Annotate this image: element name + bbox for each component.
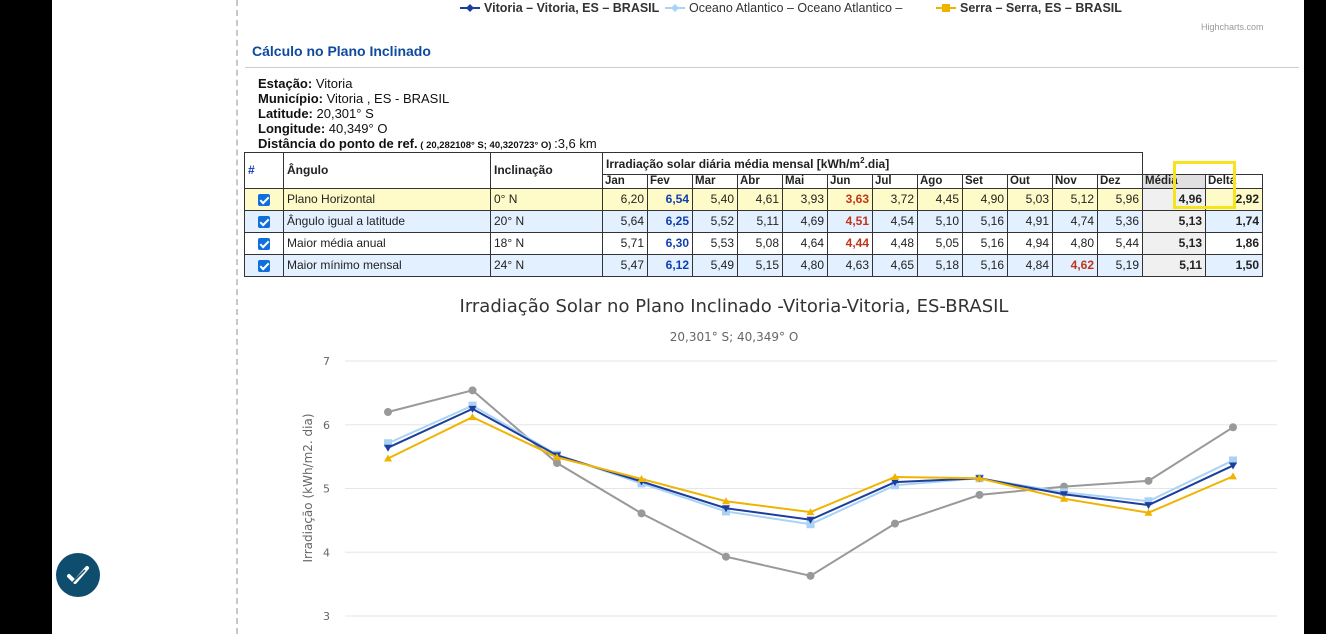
series-point (384, 444, 392, 452)
series-point (722, 552, 730, 561)
y-axis-label: Irradiação (kWh/m2. dia) (301, 413, 315, 562)
series-point (637, 509, 646, 518)
series-point (1229, 472, 1237, 480)
series-line (387, 389, 1234, 577)
series-point (1229, 423, 1237, 432)
line-chart: 3 4 5 6 7 Irradiação (kWh/m2. dia) (301, 355, 1277, 623)
series-point (468, 386, 477, 395)
series-point (891, 519, 899, 528)
y-tick-label: 4 (323, 546, 330, 559)
series-point (975, 490, 984, 499)
y-tick-label: 7 (323, 355, 330, 368)
y-tick-label: 6 (323, 419, 330, 432)
series-point (1144, 476, 1153, 485)
series-point (384, 408, 392, 416)
series-point (468, 413, 477, 421)
y-tick-label: 5 (323, 483, 330, 496)
series-point (806, 571, 815, 580)
y-tick-label: 3 (323, 610, 330, 623)
